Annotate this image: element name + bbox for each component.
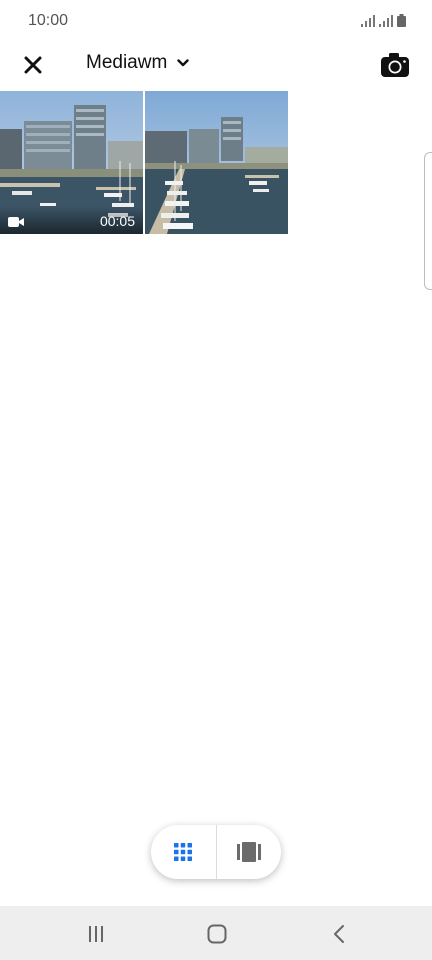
harbor-photo — [145, 91, 288, 234]
gallery-header: Mediawm — [0, 44, 432, 90]
gallery-screen: 10:00 Mediawm 00:05 — [0, 0, 432, 960]
status-time: 10:00 — [28, 12, 69, 29]
grid-view-button[interactable] — [151, 825, 216, 879]
signal-icon — [361, 15, 375, 27]
back-button[interactable] — [325, 920, 353, 948]
media-thumbnail-video[interactable]: 00:05 — [0, 91, 143, 234]
navigation-bar — [0, 906, 432, 960]
chevron-down-icon — [177, 59, 190, 67]
status-icons — [361, 14, 406, 27]
home-icon — [207, 924, 227, 944]
page-view-icon — [236, 842, 261, 862]
video-duration: 00:05 — [99, 213, 135, 229]
media-thumbnail-photo[interactable] — [145, 91, 288, 234]
video-camera-icon — [8, 217, 24, 227]
recents-icon — [89, 926, 103, 942]
fast-scroll-handle[interactable] — [424, 152, 432, 290]
status-bar: 10:00 — [0, 0, 432, 44]
media-grid: 00:05 — [0, 91, 288, 234]
close-button[interactable] — [18, 50, 48, 80]
camera-button[interactable] — [378, 48, 412, 82]
recents-button[interactable] — [82, 920, 110, 948]
page-view-button[interactable] — [217, 825, 282, 879]
back-icon — [334, 925, 344, 943]
camera-icon — [381, 53, 409, 77]
album-dropdown[interactable]: Mediawm — [86, 52, 190, 74]
battery-icon — [397, 14, 406, 27]
signal-icon — [379, 15, 393, 27]
close-icon — [24, 56, 42, 74]
album-title: Mediawm — [86, 52, 168, 73]
home-button[interactable] — [203, 920, 231, 948]
grid-view-icon — [174, 843, 193, 861]
view-toggle — [151, 825, 281, 879]
